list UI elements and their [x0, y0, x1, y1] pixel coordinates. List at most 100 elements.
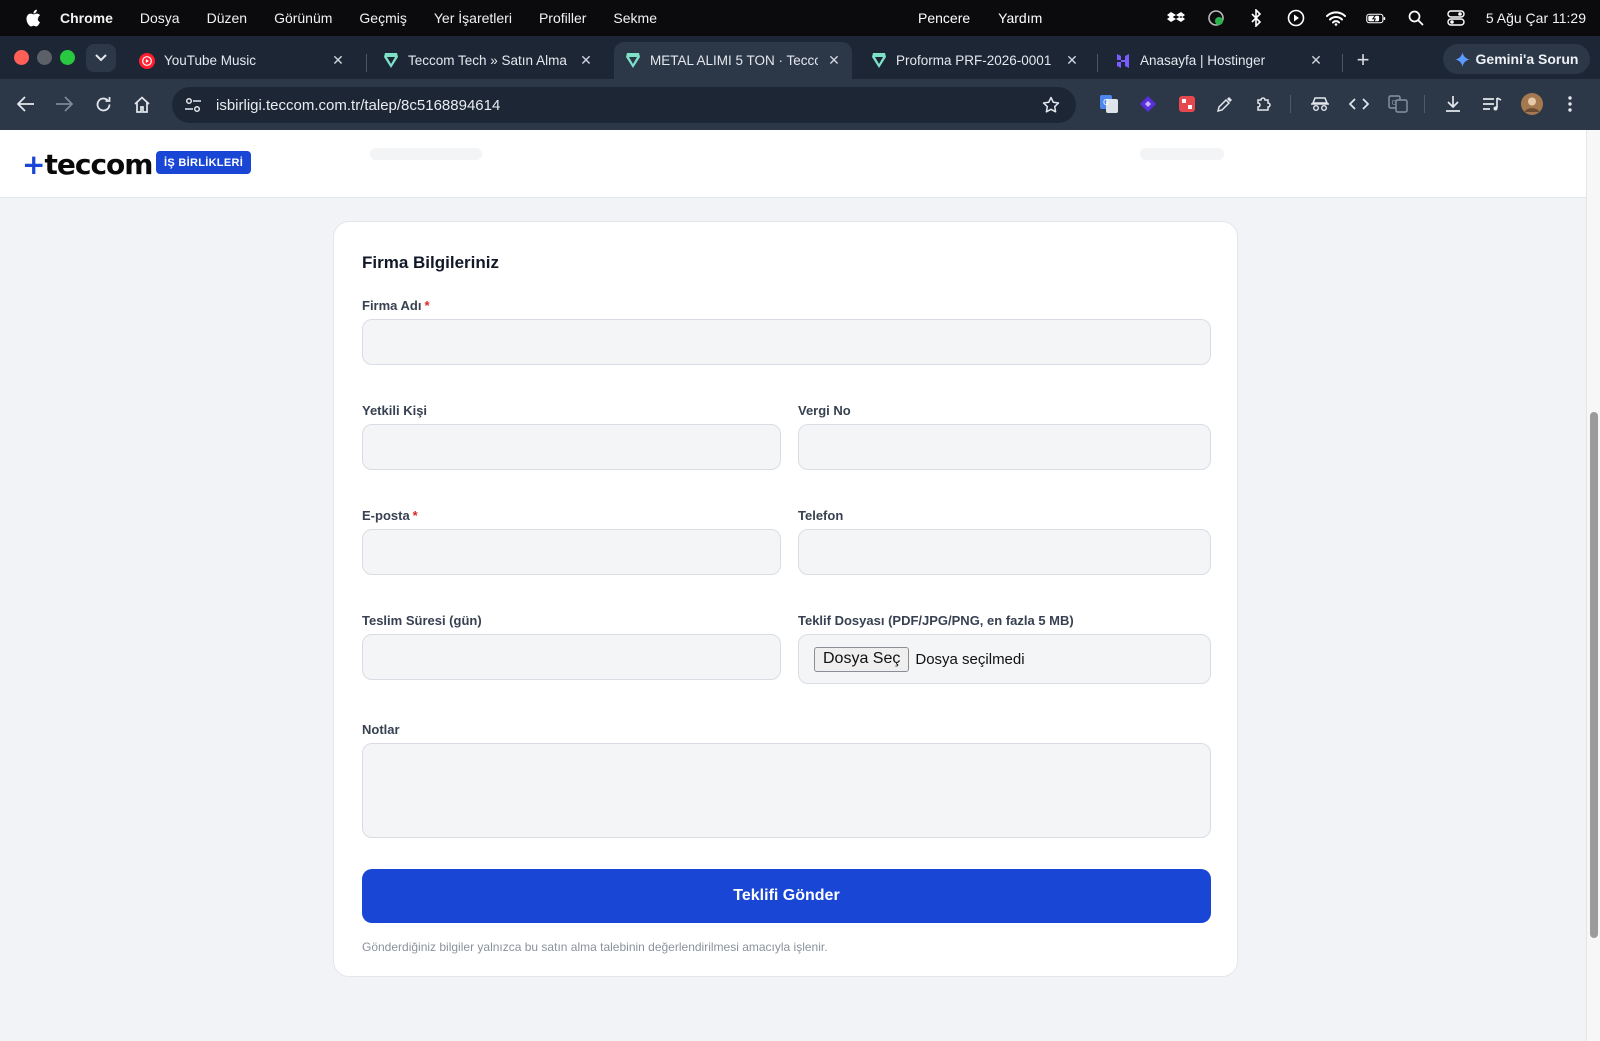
close-tab-icon[interactable]: ✕: [1064, 52, 1080, 69]
required-marker: *: [412, 508, 418, 523]
close-tab-icon[interactable]: ✕: [578, 52, 594, 69]
menu-gecmis[interactable]: Geçmiş: [359, 10, 406, 26]
site-header: +teccom İŞ BİRLİKLERİ: [0, 130, 1586, 198]
menu-profiller[interactable]: Profiller: [539, 10, 586, 26]
svg-text:G: G: [1103, 98, 1109, 107]
tab-title: METAL ALIMI 5 TON · Teccom: [650, 53, 818, 68]
red-grid-extension-icon[interactable]: [1176, 93, 1198, 115]
chevron-down-icon: [95, 54, 107, 62]
menu-pencere[interactable]: Pencere: [918, 10, 970, 26]
incognito-icon[interactable]: [1309, 93, 1331, 115]
vpn-status-icon[interactable]: [1206, 8, 1226, 28]
address-url[interactable]: isbirligi.teccom.com.tr/talep/8c51688946…: [216, 97, 1040, 114]
toolbar-divider: [1290, 95, 1291, 113]
google-translate-extension-icon[interactable]: G: [1098, 93, 1120, 115]
arrow-right-icon: [56, 96, 73, 112]
bluetooth-icon[interactable]: [1246, 8, 1266, 28]
telefon-input[interactable]: [798, 529, 1211, 575]
home-button[interactable]: [130, 92, 154, 116]
menu-app-name[interactable]: Chrome: [60, 10, 113, 26]
menu-sekme[interactable]: Sekme: [613, 10, 657, 26]
download-icon[interactable]: [1442, 93, 1464, 115]
profile-avatar[interactable]: [1521, 93, 1543, 115]
close-window-button[interactable]: [14, 50, 29, 65]
purple-diamond-extension-icon[interactable]: [1137, 93, 1159, 115]
teklif-dosyasi-label: Teklif Dosyası (PDF/JPG/PNG, en fazla 5 …: [798, 613, 1074, 628]
menu-gorunum[interactable]: Görünüm: [274, 10, 332, 26]
window-controls: [14, 50, 75, 65]
reload-icon: [96, 96, 110, 111]
scrollbar-thumb[interactable]: [1590, 412, 1598, 938]
close-tab-icon[interactable]: ✕: [1308, 52, 1324, 69]
telefon-label: Telefon: [798, 508, 844, 523]
teccom-icon: [624, 52, 641, 69]
eposta-input[interactable]: [362, 529, 781, 575]
zoom-window-button[interactable]: [60, 50, 75, 65]
teklifi-gonder-button[interactable]: Teklifi Gönder: [362, 869, 1211, 923]
tab-hostinger[interactable]: Anasayfa | Hostinger ✕: [1104, 42, 1334, 79]
apple-icon[interactable]: [24, 9, 42, 27]
youtube-music-icon: [138, 52, 155, 69]
reload-button[interactable]: [91, 92, 115, 116]
back-button[interactable]: [14, 92, 38, 116]
site-info-icon[interactable]: [182, 94, 204, 116]
translate-page-icon[interactable]: G: [1387, 93, 1409, 115]
gemini-label: Gemini'a Sorun: [1475, 51, 1579, 67]
label-text: E-posta: [362, 508, 410, 523]
eyedropper-extension-icon[interactable]: [1214, 93, 1236, 115]
teslim-suresi-input[interactable]: [362, 634, 781, 680]
control-center-icon[interactable]: [1446, 8, 1466, 28]
file-status-text: Dosya seçilmedi: [915, 650, 1025, 668]
tab-divider: [1097, 54, 1098, 72]
dropbox-status-icon[interactable]: [1166, 8, 1186, 28]
menubar-clock[interactable]: 5 Ağu Çar 11:29: [1486, 10, 1586, 26]
yetkili-kisi-label: Yetkili Kişi: [362, 403, 428, 418]
bookmark-star-icon[interactable]: [1040, 94, 1062, 116]
tab-title: Anasayfa | Hostinger: [1140, 53, 1266, 68]
dosya-sec-button[interactable]: Dosya Seç: [814, 646, 910, 672]
kebab-menu-icon[interactable]: [1565, 93, 1575, 115]
new-tab-button[interactable]: +: [1351, 47, 1375, 72]
media-queue-icon[interactable]: [1481, 93, 1503, 115]
close-tab-icon[interactable]: ✕: [826, 52, 842, 69]
tab-teccom-satin-alma[interactable]: Teccom Tech » Satın Alma ✕: [372, 42, 604, 79]
spotlight-search-icon[interactable]: [1406, 8, 1426, 28]
faded-header-element: [370, 148, 482, 160]
menu-duzen[interactable]: Düzen: [207, 10, 247, 26]
browser-toolbar: isbirligi.teccom.com.tr/talep/8c51688946…: [0, 79, 1600, 130]
tab-search-button[interactable]: [86, 44, 116, 72]
is-birlikleri-badge: İŞ BİRLİKLERİ: [156, 151, 252, 174]
page-scrollbar[interactable]: [1586, 130, 1600, 1041]
menu-yardim[interactable]: Yardım: [998, 10, 1042, 26]
battery-icon[interactable]: [1366, 8, 1386, 28]
teccom-icon: [870, 52, 887, 69]
wifi-icon[interactable]: [1325, 8, 1346, 28]
tab-proforma[interactable]: Proforma PRF-2026-0001 ✕: [860, 42, 1090, 79]
vergi-no-input[interactable]: [798, 424, 1211, 470]
teklif-dosyasi-file-input[interactable]: Dosya Seç Dosya seçilmedi: [798, 634, 1211, 684]
minimize-window-button[interactable]: [37, 50, 52, 65]
teccom-logo[interactable]: +teccom: [22, 148, 153, 181]
tab-metal-alimi[interactable]: METAL ALIMI 5 TON · Teccom ✕: [614, 42, 852, 79]
teslim-suresi-label: Teslim Süresi (gün): [362, 613, 482, 628]
teccom-icon: [382, 52, 399, 69]
svg-text:G: G: [1392, 99, 1397, 107]
notlar-textarea[interactable]: [362, 743, 1211, 838]
code-view-icon[interactable]: [1348, 93, 1370, 115]
form-section-title: Firma Bilgileriniz: [362, 253, 499, 272]
menu-dosya[interactable]: Dosya: [140, 10, 180, 26]
address-bar[interactable]: isbirligi.teccom.com.tr/talep/8c51688946…: [172, 87, 1076, 123]
tab-youtube-music[interactable]: YouTube Music ✕: [128, 42, 356, 79]
gemini-button[interactable]: Gemini'a Sorun: [1443, 44, 1590, 74]
firma-adi-input[interactable]: [362, 319, 1211, 365]
now-playing-icon[interactable]: [1286, 8, 1306, 28]
plus-icon: +: [1356, 47, 1370, 72]
tab-divider: [1342, 54, 1343, 72]
extensions-puzzle-icon[interactable]: [1253, 93, 1275, 115]
arrow-left-icon: [17, 96, 34, 112]
forward-button[interactable]: [52, 92, 76, 116]
menu-yer-isaretleri[interactable]: Yer İşaretleri: [434, 10, 512, 26]
yetkili-kisi-input[interactable]: [362, 424, 781, 470]
macos-menu-bar: Chrome Dosya Düzen Görünüm Geçmiş Yer İş…: [0, 0, 1600, 36]
close-tab-icon[interactable]: ✕: [330, 52, 346, 69]
